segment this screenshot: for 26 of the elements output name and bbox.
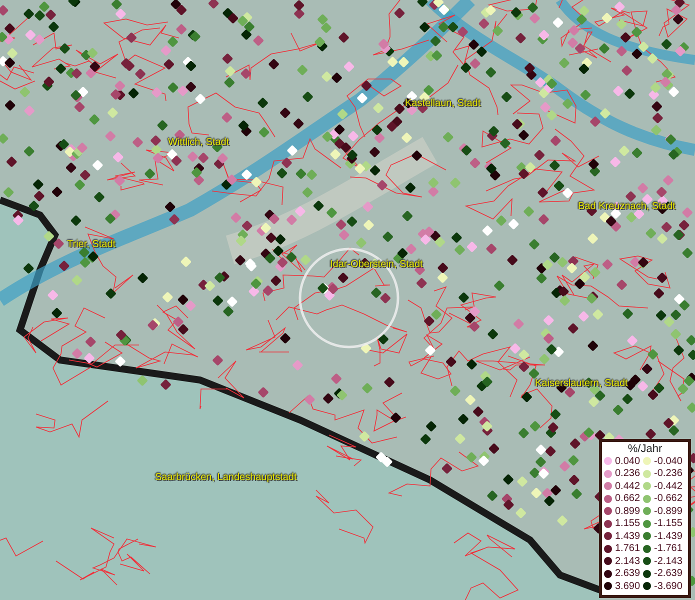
place-label: Saarbrücken, Landeshauptstadt bbox=[155, 472, 297, 483]
legend-label: -0.236 bbox=[654, 468, 682, 480]
place-label: Wittlich, Stadt bbox=[168, 137, 230, 148]
legend-label: 0.040 bbox=[615, 456, 640, 467]
legend-label: 0.236 bbox=[615, 468, 640, 480]
legend-label: -0.662 bbox=[654, 493, 682, 504]
legend-label: -1.439 bbox=[654, 530, 682, 542]
legend-label: -1.155 bbox=[654, 518, 682, 530]
legend-label: -3.690 bbox=[654, 580, 682, 592]
legend-label: 2.143 bbox=[615, 556, 640, 567]
place-label: Trier, Stadt bbox=[67, 239, 116, 250]
legend-label: -0.040 bbox=[654, 456, 682, 467]
legend-label: 3.690 bbox=[615, 580, 640, 592]
legend-label: -2.639 bbox=[654, 568, 682, 580]
legend-label: 0.899 bbox=[615, 506, 640, 517]
legend-label: 1.439 bbox=[615, 530, 640, 542]
legend-label: -0.899 bbox=[654, 506, 682, 517]
legend-label: -0.442 bbox=[654, 480, 682, 492]
legend-label: 0.662 bbox=[615, 493, 640, 504]
legend-label: 0.442 bbox=[615, 480, 640, 492]
legend-label: -1.761 bbox=[654, 543, 682, 554]
legend-label: 1.761 bbox=[615, 543, 640, 554]
legend-label: 1.155 bbox=[615, 518, 640, 530]
legend-label: 2.639 bbox=[615, 568, 640, 580]
legend-title: %/Jahr bbox=[626, 443, 664, 455]
legend-label: -2.143 bbox=[654, 556, 682, 567]
